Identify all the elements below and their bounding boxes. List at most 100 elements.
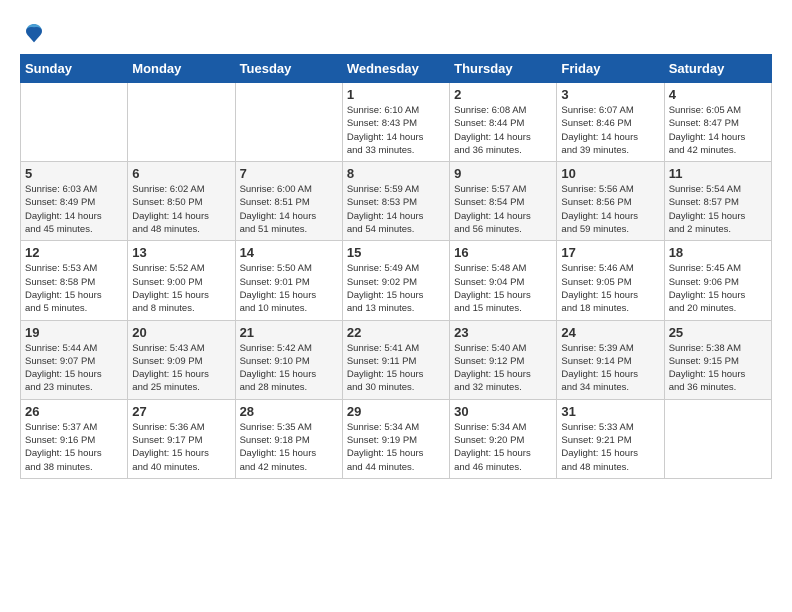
day-number: 21 [240,325,338,340]
day-info: Sunrise: 5:44 AMSunset: 9:07 PMDaylight:… [25,342,123,395]
calendar-cell: 29 Sunrise: 5:34 AMSunset: 9:19 PMDayligh… [342,399,449,478]
calendar-cell: 20 Sunrise: 5:43 AMSunset: 9:09 PMDayligh… [128,320,235,399]
calendar-week-row: 5 Sunrise: 6:03 AMSunset: 8:49 PMDaylight… [21,162,772,241]
day-number: 28 [240,404,338,419]
day-number: 10 [561,166,659,181]
day-info: Sunrise: 6:08 AMSunset: 8:44 PMDaylight:… [454,104,552,157]
day-info: Sunrise: 6:03 AMSunset: 8:49 PMDaylight:… [25,183,123,236]
day-number: 29 [347,404,445,419]
day-number: 5 [25,166,123,181]
calendar-cell [21,83,128,162]
logo-icon [22,20,46,44]
day-info: Sunrise: 6:07 AMSunset: 8:46 PMDaylight:… [561,104,659,157]
day-info: Sunrise: 5:38 AMSunset: 9:15 PMDaylight:… [669,342,767,395]
calendar-cell: 13Sunrise: 5:52 AMSunset: 9:00 PMDayligh… [128,241,235,320]
calendar-cell: 5 Sunrise: 6:03 AMSunset: 8:49 PMDaylight… [21,162,128,241]
calendar-cell [235,83,342,162]
calendar-cell: 16 Sunrise: 5:48 AMSunset: 9:04 PMDayligh… [450,241,557,320]
calendar-cell: 11Sunrise: 5:54 AMSunset: 8:57 PMDayligh… [664,162,771,241]
day-info: Sunrise: 5:42 AMSunset: 9:10 PMDaylight:… [240,342,338,395]
calendar-cell: 14 Sunrise: 5:50 AMSunset: 9:01 PMDayligh… [235,241,342,320]
day-number: 24 [561,325,659,340]
day-number: 4 [669,87,767,102]
calendar-cell: 4 Sunrise: 6:05 AMSunset: 8:47 PMDaylight… [664,83,771,162]
weekday-header: Wednesday [342,55,449,83]
day-number: 20 [132,325,230,340]
day-number: 8 [347,166,445,181]
weekday-header: Tuesday [235,55,342,83]
calendar-week-row: 12 Sunrise: 5:53 AMSunset: 8:58 PMDayligh… [21,241,772,320]
calendar-cell: 24 Sunrise: 5:39 AMSunset: 9:14 PMDayligh… [557,320,664,399]
calendar-table: SundayMondayTuesdayWednesdayThursdayFrid… [20,54,772,479]
day-number: 18 [669,245,767,260]
calendar-cell: 26 Sunrise: 5:37 AMSunset: 9:16 PMDayligh… [21,399,128,478]
calendar-cell: 3Sunrise: 6:07 AMSunset: 8:46 PMDaylight… [557,83,664,162]
day-number: 15 [347,245,445,260]
calendar-cell: 17Sunrise: 5:46 AMSunset: 9:05 PMDayligh… [557,241,664,320]
day-info: Sunrise: 5:36 AMSunset: 9:17 PMDaylight:… [132,421,230,474]
day-info: Sunrise: 5:57 AMSunset: 8:54 PMDaylight:… [454,183,552,236]
calendar-cell: 8 Sunrise: 5:59 AMSunset: 8:53 PMDaylight… [342,162,449,241]
day-number: 30 [454,404,552,419]
weekday-header: Saturday [664,55,771,83]
day-number: 25 [669,325,767,340]
day-info: Sunrise: 5:52 AMSunset: 9:00 PMDaylight:… [132,262,230,315]
day-number: 2 [454,87,552,102]
day-info: Sunrise: 6:00 AMSunset: 8:51 PMDaylight:… [240,183,338,236]
calendar-cell: 7 Sunrise: 6:00 AMSunset: 8:51 PMDaylight… [235,162,342,241]
calendar-cell: 28 Sunrise: 5:35 AMSunset: 9:18 PMDayligh… [235,399,342,478]
day-info: Sunrise: 5:41 AMSunset: 9:11 PMDaylight:… [347,342,445,395]
calendar-cell: 9 Sunrise: 5:57 AMSunset: 8:54 PMDaylight… [450,162,557,241]
calendar-cell: 31Sunrise: 5:33 AMSunset: 9:21 PMDayligh… [557,399,664,478]
calendar-cell: 6Sunrise: 6:02 AMSunset: 8:50 PMDaylight… [128,162,235,241]
day-number: 31 [561,404,659,419]
calendar-week-row: 26 Sunrise: 5:37 AMSunset: 9:16 PMDayligh… [21,399,772,478]
day-number: 1 [347,87,445,102]
day-info: Sunrise: 5:46 AMSunset: 9:05 PMDaylight:… [561,262,659,315]
calendar-cell [664,399,771,478]
day-info: Sunrise: 6:10 AMSunset: 8:43 PMDaylight:… [347,104,445,157]
calendar-cell: 21 Sunrise: 5:42 AMSunset: 9:10 PMDayligh… [235,320,342,399]
day-info: Sunrise: 6:05 AMSunset: 8:47 PMDaylight:… [669,104,767,157]
day-number: 16 [454,245,552,260]
day-number: 19 [25,325,123,340]
day-info: Sunrise: 5:39 AMSunset: 9:14 PMDaylight:… [561,342,659,395]
day-number: 26 [25,404,123,419]
day-info: Sunrise: 5:53 AMSunset: 8:58 PMDaylight:… [25,262,123,315]
day-number: 22 [347,325,445,340]
calendar-cell: 23 Sunrise: 5:40 AMSunset: 9:12 PMDayligh… [450,320,557,399]
calendar-cell: 27Sunrise: 5:36 AMSunset: 9:17 PMDayligh… [128,399,235,478]
day-info: Sunrise: 5:35 AMSunset: 9:18 PMDaylight:… [240,421,338,474]
calendar-cell: 10 Sunrise: 5:56 AMSunset: 8:56 PMDayligh… [557,162,664,241]
day-info: Sunrise: 5:59 AMSunset: 8:53 PMDaylight:… [347,183,445,236]
calendar-cell: 18 Sunrise: 5:45 AMSunset: 9:06 PMDayligh… [664,241,771,320]
day-number: 14 [240,245,338,260]
calendar-week-row: 1 Sunrise: 6:10 AMSunset: 8:43 PMDaylight… [21,83,772,162]
weekday-header: Friday [557,55,664,83]
calendar-cell: 12 Sunrise: 5:53 AMSunset: 8:58 PMDayligh… [21,241,128,320]
day-number: 9 [454,166,552,181]
calendar-cell: 2 Sunrise: 6:08 AMSunset: 8:44 PMDaylight… [450,83,557,162]
day-info: Sunrise: 5:45 AMSunset: 9:06 PMDaylight:… [669,262,767,315]
day-info: Sunrise: 5:37 AMSunset: 9:16 PMDaylight:… [25,421,123,474]
day-info: Sunrise: 5:50 AMSunset: 9:01 PMDaylight:… [240,262,338,315]
day-info: Sunrise: 5:48 AMSunset: 9:04 PMDaylight:… [454,262,552,315]
day-number: 7 [240,166,338,181]
weekday-header: Monday [128,55,235,83]
day-number: 11 [669,166,767,181]
calendar-header-row: SundayMondayTuesdayWednesdayThursdayFrid… [21,55,772,83]
day-info: Sunrise: 5:56 AMSunset: 8:56 PMDaylight:… [561,183,659,236]
calendar-week-row: 19 Sunrise: 5:44 AMSunset: 9:07 PMDayligh… [21,320,772,399]
weekday-header: Sunday [21,55,128,83]
day-number: 23 [454,325,552,340]
day-number: 12 [25,245,123,260]
page-header [20,20,772,44]
calendar-cell: 30Sunrise: 5:34 AMSunset: 9:20 PMDayligh… [450,399,557,478]
calendar-cell: 1 Sunrise: 6:10 AMSunset: 8:43 PMDaylight… [342,83,449,162]
day-info: Sunrise: 5:34 AMSunset: 9:19 PMDaylight:… [347,421,445,474]
day-info: Sunrise: 5:43 AMSunset: 9:09 PMDaylight:… [132,342,230,395]
calendar-cell: 22 Sunrise: 5:41 AMSunset: 9:11 PMDayligh… [342,320,449,399]
calendar-cell: 19 Sunrise: 5:44 AMSunset: 9:07 PMDayligh… [21,320,128,399]
calendar-cell: 25 Sunrise: 5:38 AMSunset: 9:15 PMDayligh… [664,320,771,399]
day-info: Sunrise: 5:40 AMSunset: 9:12 PMDaylight:… [454,342,552,395]
